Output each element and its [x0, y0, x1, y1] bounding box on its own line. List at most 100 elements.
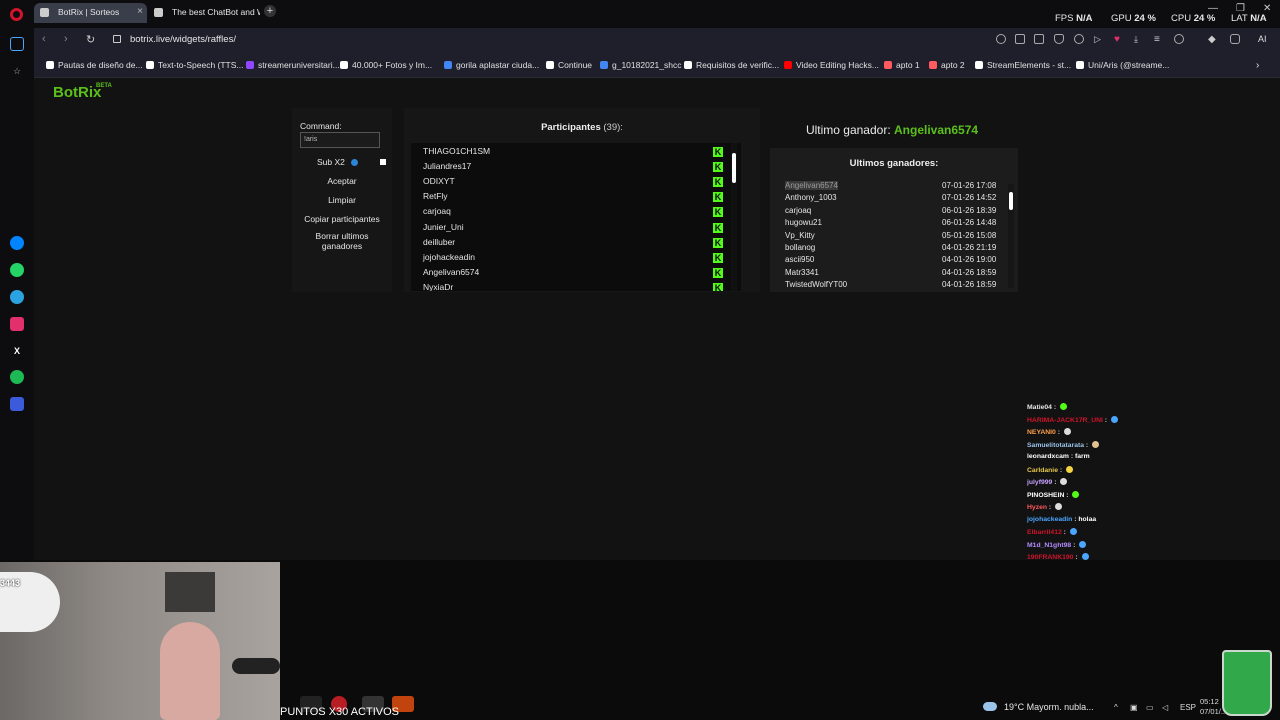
winners-scrollbar[interactable]: [1008, 184, 1014, 288]
bookmark-item[interactable]: apto 2: [929, 60, 965, 70]
chat-username: Elbarril412: [1027, 529, 1062, 536]
cube-icon[interactable]: [1230, 34, 1240, 44]
bookmark-item[interactable]: gorila aplastar ciuda...: [444, 60, 539, 70]
winner-name: bollanog: [785, 243, 816, 252]
kick-platform-icon: K: [713, 177, 723, 188]
edit-icon[interactable]: [1015, 34, 1025, 44]
search-icon[interactable]: [996, 34, 1006, 44]
home-icon[interactable]: [10, 37, 24, 51]
tab-chatbot[interactable]: The best ChatBot and Wid: [148, 3, 260, 23]
heart-icon[interactable]: ♥: [1114, 34, 1124, 45]
bookmarks-more-icon[interactable]: ›: [1256, 60, 1259, 71]
menu-icon[interactable]: ≡: [1154, 34, 1164, 45]
shield-icon[interactable]: [1054, 34, 1064, 44]
kick-platform-icon: K: [713, 207, 723, 218]
bookmark-label: Continue: [558, 60, 593, 70]
bookmark-item[interactable]: 40.000+ Fotos y Im...: [340, 60, 432, 70]
chat-emote-icon: [1066, 465, 1074, 473]
extensions-icon[interactable]: [1074, 34, 1084, 44]
copy-participants-button[interactable]: Copiar participantes: [292, 214, 392, 224]
tray-volume-icon[interactable]: ◁: [1162, 703, 1168, 712]
chat-username: HARIMA-JACK17R_UNI: [1027, 416, 1103, 424]
command-input[interactable]: !aris: [300, 132, 380, 148]
bookmark-item[interactable]: Pautas de diseño de...: [46, 60, 143, 70]
back-icon[interactable]: ‹: [42, 33, 46, 45]
last-winner: Ultimo ganador: Angelivan6574: [764, 123, 1020, 137]
opera-logo-icon[interactable]: [10, 8, 23, 21]
bookmark-label: StreamElements - st...: [987, 60, 1072, 70]
delete-winners-button[interactable]: Borrar ultimos ganadores: [292, 231, 392, 251]
winners-title: Ultimos ganadores:: [849, 158, 939, 169]
bookmark-item[interactable]: Uni/Aris (@streame...: [1076, 60, 1169, 70]
tray-monitor-icon[interactable]: ▭: [1146, 703, 1154, 712]
chat-message: Hyzen :: [1027, 503, 1063, 511]
bookmark-item[interactable]: Requisitos de verific...: [684, 60, 779, 70]
chat-username: NEYANI0: [1027, 429, 1056, 436]
bookmark-favicon-icon: [975, 61, 983, 69]
download-icon[interactable]: ⤓: [1134, 34, 1144, 44]
participants-list[interactable]: THIAGO1CH1SM K Juliandres17 K ODIXYT K RetFly K…: [411, 143, 741, 291]
instagram-icon[interactable]: [10, 317, 24, 331]
bookmark-favicon-icon: [546, 61, 554, 69]
weather-readout[interactable]: 19°C Mayorm. nubla...: [1004, 702, 1094, 712]
info-icon[interactable]: [351, 159, 358, 166]
browser-titlebar: BotRix | Sorteos × The best ChatBot and …: [0, 0, 1280, 28]
tray-app-icon[interactable]: ▣: [1130, 703, 1138, 712]
forward-icon[interactable]: ›: [64, 33, 68, 45]
participants-scroll-thumb[interactable]: [732, 153, 736, 183]
star-icon[interactable]: ☆: [10, 64, 24, 78]
winner-name: TwistedWolfYT00: [785, 280, 848, 290]
player-icon[interactable]: [10, 397, 24, 411]
gpu-value: 24 %: [1134, 13, 1156, 24]
last-winner-label: Ultimo ganador:: [805, 123, 891, 137]
participants-count: (39):: [603, 122, 623, 133]
minimize-button[interactable]: —: [1208, 3, 1218, 14]
bookmark-label: apto 1: [896, 60, 920, 70]
bookmark-item[interactable]: StreamElements - st...: [975, 60, 1071, 70]
participants-scrollbar[interactable]: [731, 143, 737, 291]
reload-icon[interactable]: ↻: [86, 33, 95, 46]
winners-scroll-thumb[interactable]: [1009, 192, 1013, 210]
winners-panel: Ultimo ganador: Angelivan6574 Ultimos ga…: [764, 108, 1020, 292]
new-tab-button[interactable]: +: [264, 5, 276, 17]
chat-message: julyf999 :: [1027, 478, 1068, 486]
accept-button[interactable]: Aceptar: [292, 176, 392, 186]
language-indicator[interactable]: ESP: [1180, 703, 1196, 712]
bookmark-favicon-icon: [146, 61, 154, 69]
x-twitter-icon[interactable]: X: [10, 344, 24, 358]
whatsapp-icon[interactable]: [10, 263, 24, 277]
messenger-icon[interactable]: [10, 236, 24, 250]
spotify-icon[interactable]: [10, 370, 24, 384]
diamond-icon[interactable]: ◆: [1208, 34, 1218, 45]
profile-icon[interactable]: [1174, 34, 1184, 44]
bookmark-item[interactable]: streameruniversitari...: [246, 60, 340, 70]
chat-message: leonardxcam : farm: [1027, 453, 1090, 460]
maximize-button[interactable]: ❐: [1236, 3, 1245, 14]
overlay-cup-graphic: [1222, 650, 1272, 716]
winner-name: Vp_Kitty: [785, 230, 815, 240]
botrix-logo[interactable]: BotRix: [53, 84, 101, 101]
bookmark-item[interactable]: g_10182021_shcc: [600, 60, 681, 70]
chat-message: Elbarril412 :: [1027, 528, 1077, 536]
bookmark-item[interactable]: Video Editing Hacks...: [784, 60, 879, 70]
tab-botrix-sorteos[interactable]: BotRix | Sorteos ×: [34, 3, 147, 23]
cloud-icon: [983, 702, 997, 711]
kick-platform-icon: K: [713, 147, 723, 157]
bookmark-item[interactable]: Continue: [546, 60, 592, 70]
tab-close-icon[interactable]: ×: [137, 6, 143, 17]
play-icon[interactable]: ▷: [1094, 34, 1104, 44]
aria-ai-button[interactable]: AI: [1258, 34, 1267, 44]
chat-emote-icon: [1060, 478, 1068, 485]
participant-name: THIAGO1CH1SM: [423, 146, 491, 156]
microphone: [232, 658, 280, 674]
sub-x2-checkbox[interactable]: [380, 159, 386, 165]
camera-icon[interactable]: [1034, 34, 1044, 44]
gpu-label: GPU: [1111, 13, 1132, 24]
tray-chevron-icon[interactable]: ^: [1114, 703, 1118, 712]
bookmark-item[interactable]: apto 1: [884, 60, 920, 70]
clear-button[interactable]: Limpiar: [292, 195, 392, 205]
url-input[interactable]: botrix.live/widgets/raffles/: [130, 34, 236, 45]
close-window-button[interactable]: ✕: [1263, 3, 1271, 14]
bookmark-item[interactable]: Text-to-Speech (TTS...: [146, 60, 244, 70]
telegram-icon[interactable]: [10, 290, 24, 304]
